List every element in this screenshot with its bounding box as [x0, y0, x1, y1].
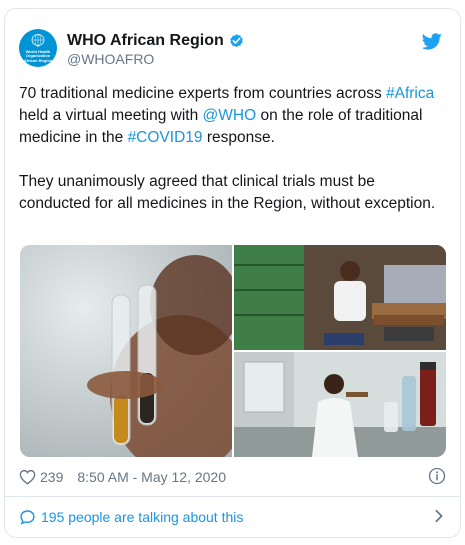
photo-test-tubes-image	[20, 245, 232, 457]
media-photo-market[interactable]	[234, 245, 446, 350]
photo-market-image	[234, 245, 446, 350]
twitter-logo-icon[interactable]	[422, 33, 442, 50]
media-photo-test-tubes[interactable]	[20, 245, 232, 457]
tweet-media-grid	[20, 245, 446, 457]
info-icon[interactable]	[428, 467, 446, 485]
tweet-header: World Health Organization African Region…	[19, 29, 446, 73]
tweet-text-segment: 70 traditional medicine experts from cou…	[19, 85, 386, 102]
who-emblem-icon	[31, 33, 45, 47]
verified-badge-icon	[230, 34, 243, 48]
comment-bubble-icon	[20, 510, 35, 525]
chevron-right-icon[interactable]	[434, 509, 444, 523]
conversation-label[interactable]: 195 people are talking about this	[41, 509, 243, 525]
hashtag-africa-link[interactable]: #Africa	[386, 85, 434, 102]
mention-who-link[interactable]: @WHO	[203, 107, 257, 124]
tweet-footer: 239 8:50 AM - May 12, 2020	[19, 467, 446, 487]
conversation-link[interactable]: 195 people are talking about this	[19, 506, 446, 528]
avatar-text: World Health Organization African Region	[23, 48, 53, 63]
avatar[interactable]: World Health Organization African Region	[19, 29, 57, 67]
hashtag-covid19-link[interactable]: #COVID19	[128, 129, 203, 146]
photo-lab-image	[234, 352, 446, 457]
tweet-card: World Health Organization African Region…	[4, 8, 461, 538]
like-count[interactable]: 239	[40, 469, 63, 485]
account-handle[interactable]: @WHOAFRO	[67, 51, 245, 68]
account-name-block: WHO African Region @WHOAFRO	[67, 31, 245, 68]
display-name-row[interactable]: WHO African Region	[67, 31, 245, 50]
divider	[5, 496, 460, 497]
media-photo-lab[interactable]	[234, 352, 446, 457]
tweet-timestamp[interactable]: 8:50 AM - May 12, 2020	[77, 469, 226, 485]
tweet-text: 70 traditional medicine experts from cou…	[19, 83, 444, 215]
heart-icon[interactable]	[19, 469, 36, 485]
display-name[interactable]: WHO African Region	[67, 31, 224, 50]
